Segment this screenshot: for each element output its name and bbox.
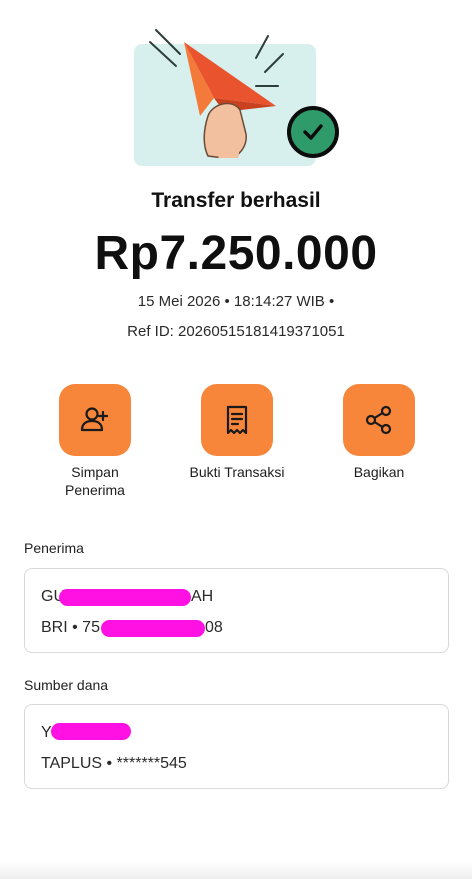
source-card: Y TAPLUS • *******545 [24, 704, 449, 789]
source-name-prefix: Y [41, 724, 52, 741]
share-icon [365, 405, 392, 435]
receipt-label: Bukti Transaksi [189, 464, 285, 480]
source-section-label: Sumber dana [24, 677, 109, 693]
transfer-datetime: 15 Mei 2026 • 18:14:27 WIB • [137, 293, 335, 310]
reference-id: Ref ID: 20260515181419371051 [127, 323, 345, 340]
receipt-button[interactable] [201, 384, 273, 456]
status-title: Transfer berhasil [151, 189, 321, 212]
share-label: Bagikan [353, 464, 405, 480]
save-recipient-button[interactable] [59, 384, 131, 456]
success-check-icon [287, 106, 339, 158]
receipt-icon [226, 405, 248, 435]
recipient-name-suffix: AH [191, 588, 214, 605]
save-recipient-action[interactable]: Simpan Penerima [35, 384, 155, 499]
recipient-card: GU AH BRI • 75 08 [24, 568, 449, 653]
share-button[interactable] [343, 384, 415, 456]
share-action[interactable]: Bagikan [319, 384, 439, 481]
success-illustration [128, 24, 348, 166]
bottom-bar-shadow [0, 862, 472, 879]
redacted-recipient-name [59, 589, 191, 606]
recipient-account-suffix: 08 [205, 619, 223, 636]
transfer-amount: Rp7.250.000 [94, 227, 378, 280]
recipient-section-label: Penerima [24, 540, 84, 556]
receipt-action[interactable]: Bukti Transaksi [177, 384, 297, 481]
source-account: TAPLUS • *******545 [41, 755, 187, 772]
add-user-icon [80, 407, 109, 432]
redacted-recipient-account [101, 620, 205, 637]
redacted-source-name [51, 723, 131, 740]
recipient-account-prefix: BRI • 75 [41, 619, 100, 636]
save-recipient-label: Simpan Penerima [65, 464, 125, 498]
